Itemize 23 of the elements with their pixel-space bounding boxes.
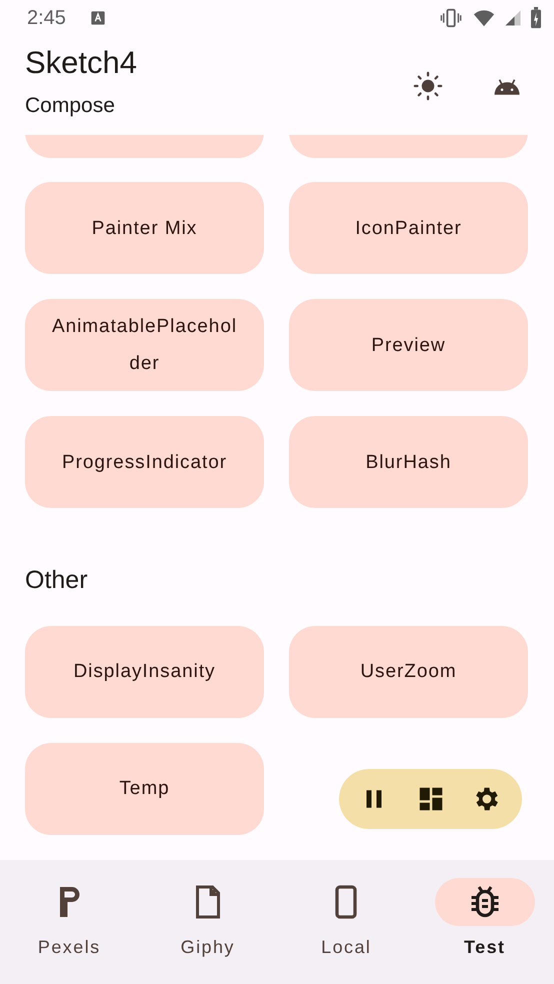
test-button[interactable]: Preview (289, 299, 528, 391)
nav-tab[interactable]: Pexels (0, 860, 138, 984)
keyboard-notification-icon (90, 10, 106, 26)
test-button[interactable]: UserZoom (289, 626, 528, 718)
test-button[interactable]: Painter Mix (25, 182, 264, 274)
test-button[interactable]: AnimatablePlaceholder (25, 299, 264, 391)
vibrate-icon (438, 7, 464, 29)
clock-text: 2:45 (27, 6, 66, 31)
test-button[interactable]: Temp (25, 742, 264, 834)
signal-icon (504, 8, 522, 28)
nav-tab[interactable]: Test (416, 860, 554, 984)
app-subtitle: Compose (25, 93, 116, 120)
test-button[interactable]: DisplayInsanity (25, 626, 264, 718)
section-title: Other (25, 565, 89, 596)
test-button[interactable]: BlurHash (289, 416, 528, 508)
app-title: Sketch4 (25, 46, 138, 80)
test-button[interactable]: ProgressIndicator (25, 416, 264, 508)
nav-tab[interactable]: Giphy (138, 860, 277, 984)
theme-toggle-button[interactable] (413, 70, 443, 100)
battery-icon (530, 7, 542, 29)
sun-icon (413, 70, 443, 100)
nav-tab[interactable]: Local (277, 860, 416, 984)
test-button[interactable]: IconPainter (289, 182, 528, 274)
